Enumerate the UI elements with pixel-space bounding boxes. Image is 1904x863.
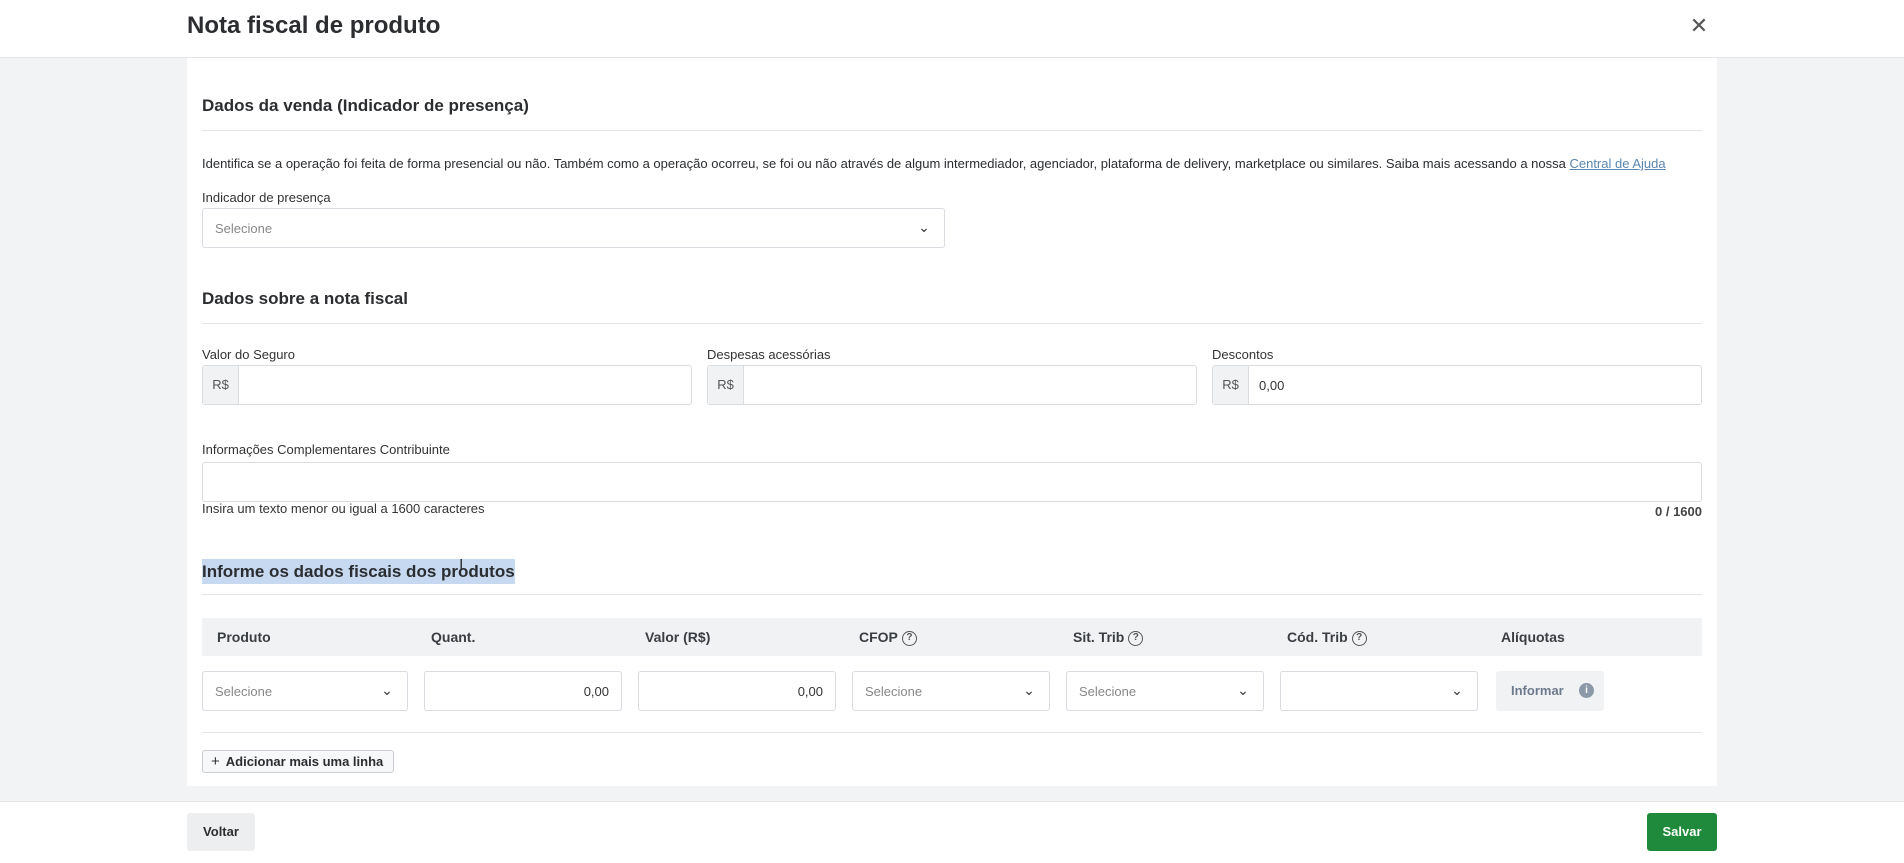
save-button[interactable]: Salvar	[1647, 813, 1717, 851]
products-table-header: Produto Quant. Valor (R$) CFOP? Sit. Tri…	[202, 618, 1702, 656]
indicador-label: Indicador de presença	[202, 190, 331, 205]
informar-label: Informar	[1511, 683, 1564, 698]
info-complementar-input[interactable]	[202, 462, 1702, 502]
chevron-down-icon: ⌄	[1451, 682, 1463, 698]
form-panel: Dados da venda (Indicador de presença) I…	[187, 58, 1717, 786]
seguro-label: Valor do Seguro	[202, 347, 295, 362]
chevron-down-icon: ⌄	[381, 682, 393, 698]
chevron-down-icon: ⌄	[1237, 682, 1249, 698]
add-line-label: Adicionar mais uma linha	[225, 754, 384, 769]
text-cursor-icon: I	[459, 557, 464, 574]
modal-footer: Voltar Salvar	[0, 801, 1904, 863]
plus-icon: +	[211, 753, 220, 770]
despesas-label: Despesas acessórias	[707, 347, 831, 362]
col-cfop: CFOP?	[859, 629, 917, 646]
info-complementar-label: Informações Complementares Contribuinte	[202, 442, 450, 457]
divider	[202, 594, 1702, 595]
informar-aliquotas-button[interactable]: Informar i	[1496, 671, 1604, 711]
descontos-input[interactable]: R$ 0,00	[1212, 365, 1702, 405]
chevron-down-icon: ⌄	[918, 219, 930, 235]
section-title-nota: Dados sobre a nota fiscal	[202, 289, 408, 308]
descontos-label: Descontos	[1212, 347, 1274, 362]
select-placeholder: Selecione	[215, 221, 273, 236]
select-placeholder: Selecione	[1079, 684, 1137, 699]
col-valor: Valor (R$)	[645, 629, 711, 645]
seguro-input[interactable]: R$	[202, 365, 692, 405]
col-aliquotas: Alíquotas	[1501, 629, 1565, 645]
descontos-value: 0,00	[1259, 378, 1285, 393]
quant-value: 0,00	[583, 684, 609, 699]
col-sit-trib: Sit. Trib?	[1073, 629, 1144, 646]
sit-trib-select[interactable]: Selecione ⌄	[1066, 671, 1264, 711]
col-cfop-label: CFOP	[859, 629, 898, 645]
info-hint: Insira um texto menor ou igual a 1600 ca…	[202, 501, 485, 516]
page-title: Nota fiscal de produto	[187, 12, 441, 39]
produto-select[interactable]: Selecione ⌄	[202, 671, 408, 711]
help-icon[interactable]: ?	[1128, 630, 1144, 646]
divider	[202, 130, 1702, 131]
col-cod-trib-label: Cód. Trib	[1287, 629, 1348, 645]
section-title-produtos-text: Informe os dados fiscais dos produtos	[202, 559, 515, 584]
valor-value: 0,00	[797, 684, 823, 699]
chevron-down-icon: ⌄	[1023, 682, 1035, 698]
help-icon[interactable]: ?	[1351, 630, 1367, 646]
col-cod-trib: Cód. Trib?	[1287, 629, 1367, 646]
char-counter: 0 / 1600	[1655, 504, 1702, 519]
cod-trib-select[interactable]: ⌄	[1280, 671, 1478, 711]
col-produto: Produto	[217, 629, 271, 645]
currency-prefix: R$	[203, 366, 239, 404]
col-sit-trib-label: Sit. Trib	[1073, 629, 1125, 645]
divider	[202, 732, 1702, 733]
select-placeholder: Selecione	[865, 684, 923, 699]
section-title-venda: Dados da venda (Indicador de presença)	[202, 96, 529, 115]
info-icon: i	[1579, 683, 1594, 698]
currency-prefix: R$	[1213, 366, 1249, 404]
close-icon[interactable]: ✕	[1687, 12, 1711, 40]
modal-header: Nota fiscal de produto ✕	[0, 0, 1904, 58]
section-title-produtos: Informe os dados fiscais dos produtos	[202, 559, 515, 584]
help-icon[interactable]: ?	[901, 630, 917, 646]
divider	[202, 323, 1702, 324]
col-quant: Quant.	[431, 629, 476, 645]
venda-description-text: Identifica se a operação foi feita de fo…	[202, 156, 1570, 171]
help-center-link[interactable]: Central de Ajuda	[1569, 156, 1665, 171]
currency-prefix: R$	[708, 366, 744, 404]
despesas-input[interactable]: R$	[707, 365, 1197, 405]
cfop-select[interactable]: Selecione ⌄	[852, 671, 1050, 711]
select-placeholder: Selecione	[215, 684, 273, 699]
valor-input[interactable]: 0,00	[638, 671, 836, 711]
back-button[interactable]: Voltar	[187, 813, 255, 851]
quant-input[interactable]: 0,00	[424, 671, 622, 711]
add-line-button[interactable]: + Adicionar mais uma linha	[202, 750, 395, 773]
venda-description: Identifica se a operação foi feita de fo…	[202, 156, 1666, 171]
indicador-presenca-select[interactable]: Selecione ⌄	[202, 208, 945, 248]
